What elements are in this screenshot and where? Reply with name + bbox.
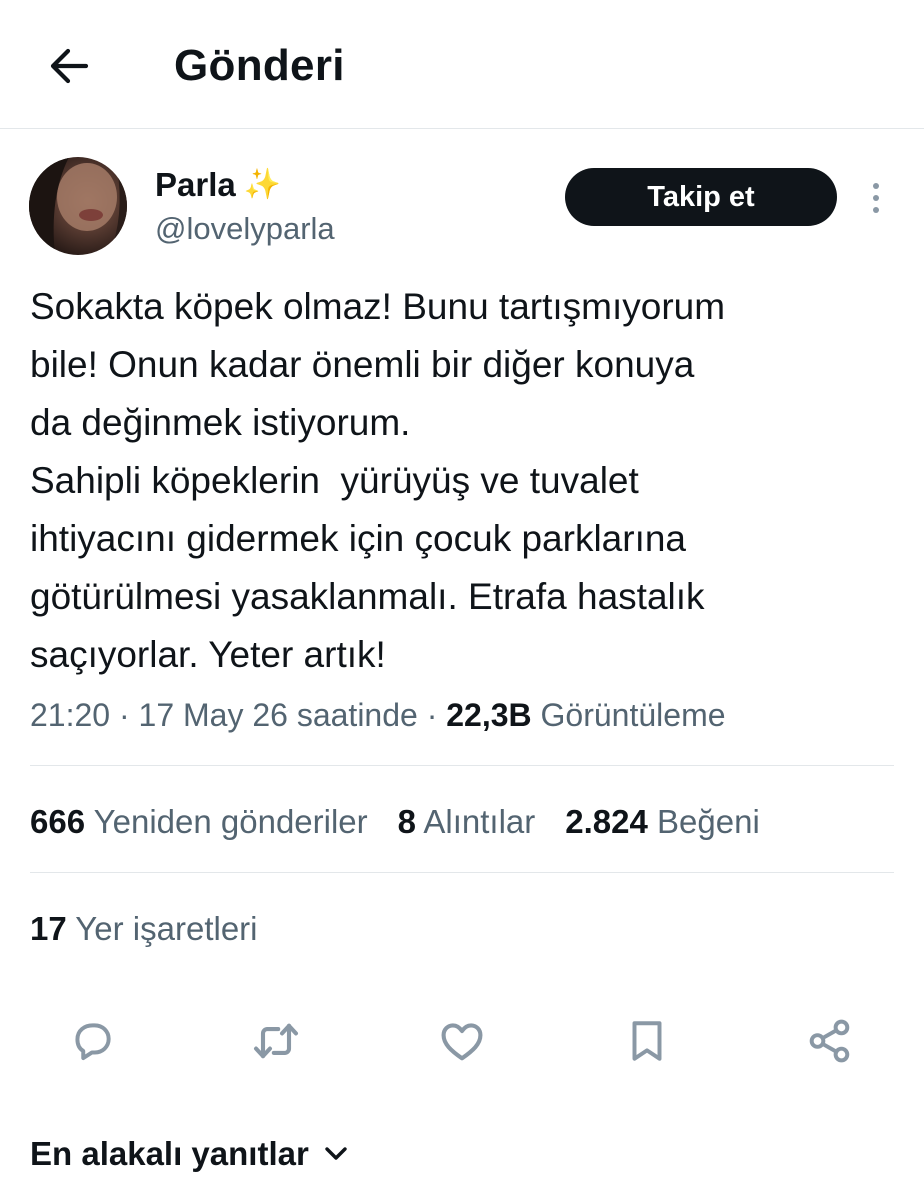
views-label: Görüntüleme xyxy=(540,697,726,733)
chevron-down-icon xyxy=(325,1147,347,1160)
tweet-time[interactable]: 21:20 xyxy=(30,697,110,733)
quotes-label: Alıntılar xyxy=(423,803,536,840)
top-bar: Gönderi xyxy=(0,0,924,128)
avatar-image xyxy=(29,157,127,255)
bookmark-button[interactable] xyxy=(619,1013,675,1069)
meta-divider xyxy=(30,765,894,766)
follow-button[interactable]: Takip et xyxy=(565,168,837,226)
more-options-icon[interactable] xyxy=(858,176,894,220)
page-title: Gönderi xyxy=(174,41,345,90)
reposts-stat[interactable]: 666 Yeniden gönderiler xyxy=(30,800,368,844)
quotes-stat[interactable]: 8 Alıntılar xyxy=(398,800,536,844)
engagement-stats: 666 Yeniden gönderiler 8 Alıntılar 2.824… xyxy=(30,800,760,844)
stats-divider xyxy=(30,872,894,873)
quotes-count: 8 xyxy=(397,803,417,840)
likes-count: 2.824 xyxy=(565,803,648,840)
views-count: 22,3B xyxy=(446,697,532,733)
tweet-date[interactable]: 17 May 26 saatinde xyxy=(139,697,418,733)
reply-button[interactable] xyxy=(64,1013,120,1069)
likes-stat[interactable]: 2.824 Beğeni xyxy=(565,800,760,844)
avatar[interactable] xyxy=(29,157,127,255)
display-name-text: Parla xyxy=(155,166,236,203)
repost-button[interactable] xyxy=(248,1013,304,1069)
bookmarks-label: Yer işaretleri xyxy=(75,910,258,947)
reply-icon xyxy=(75,1023,111,1061)
meta-separator: · xyxy=(426,697,447,733)
sparkles-emoji: ✨ xyxy=(243,168,282,201)
tweet-text: Sokakta köpek olmaz! Bunu tartışmıyorum … xyxy=(30,286,726,675)
bookmark-icon xyxy=(632,1021,662,1061)
reposts-count: 666 xyxy=(30,803,86,840)
reposts-label: Yeniden gönderiler xyxy=(93,803,368,840)
repost-icon xyxy=(254,1023,298,1059)
user-handle[interactable]: @lovelyparla xyxy=(155,209,335,249)
share-icon xyxy=(809,1019,850,1063)
display-name[interactable]: Parla ✨ xyxy=(155,165,281,205)
tweet-meta: 21:20 · 17 May 26 saatinde · 22,3B Görün… xyxy=(30,693,726,737)
meta-separator: · xyxy=(118,697,139,733)
likes-label: Beğeni xyxy=(657,803,760,840)
bookmarks-stat[interactable]: 17 Yer işaretleri xyxy=(30,907,258,951)
bookmarks-count: 17 xyxy=(30,910,67,947)
like-button[interactable] xyxy=(434,1013,490,1069)
like-icon xyxy=(441,1023,483,1061)
header-divider xyxy=(0,128,924,129)
arrow-left-icon xyxy=(50,48,89,84)
back-button[interactable] xyxy=(40,40,96,92)
replies-sort-label: En alakalı yanıtlar xyxy=(30,1135,309,1172)
share-button[interactable] xyxy=(802,1013,858,1069)
replies-sort-dropdown[interactable]: En alakalı yanıtlar xyxy=(30,1132,349,1176)
